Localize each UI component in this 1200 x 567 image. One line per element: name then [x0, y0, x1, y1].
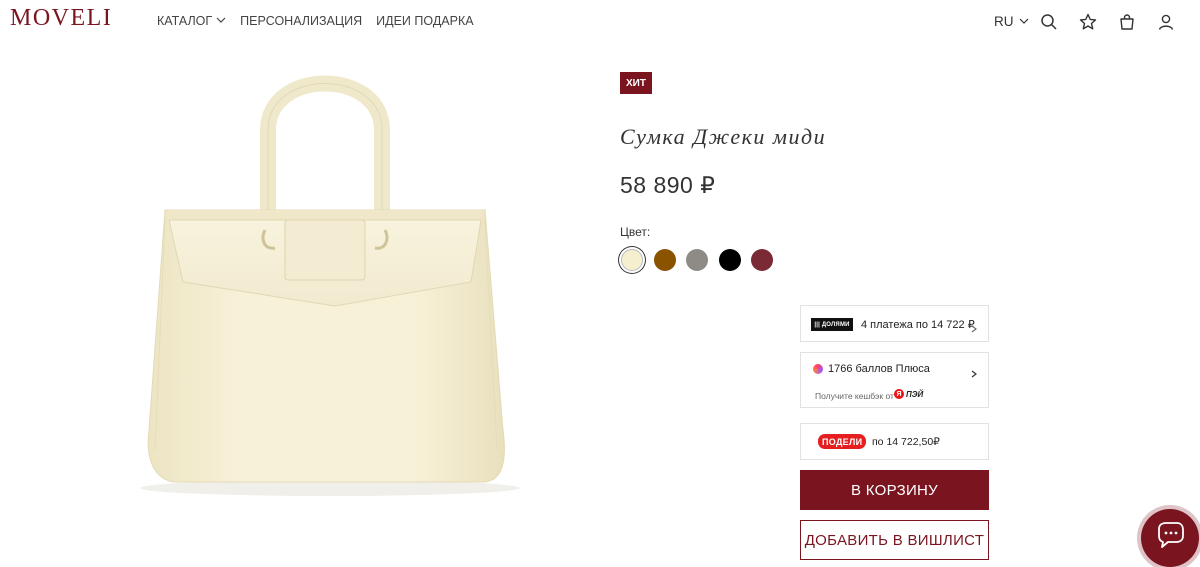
product-title: Сумка Джеки миди: [620, 124, 827, 149]
plus-points-card[interactable]: 1766 баллов Плюса Получите кешбэк от Я П…: [800, 352, 989, 408]
site-logo[interactable]: MOVELI: [10, 5, 112, 32]
chevron-down-icon: [216, 14, 226, 28]
plus-icon: [813, 364, 823, 374]
language-label: RU: [994, 14, 1014, 29]
nav-item-label: ПЕРСОНАЛИЗАЦИЯ: [240, 14, 363, 28]
bag-icon[interactable]: [1118, 13, 1136, 31]
color-swatch-black[interactable]: [719, 249, 741, 271]
site-header: MOVELI КАТАЛОГ ПЕРСОНАЛИЗАЦИЯ ИДЕИ ПОДАР…: [0, 0, 1200, 44]
podeli-text: по 14 722,50₽: [872, 436, 940, 448]
add-to-wishlist-button[interactable]: ДОБАВИТЬ В ВИШЛИСТ: [800, 520, 989, 560]
yandex-icon: Я: [894, 389, 904, 399]
nav-item-personalization[interactable]: ПЕРСОНАЛИЗАЦИЯ: [240, 14, 362, 28]
plus-points-text: 1766 баллов Плюса: [828, 363, 930, 375]
yandex-pay-logo: Я ПЭЙ: [894, 389, 923, 399]
podeli-installment-card[interactable]: ПОДЕЛИ по 14 722,50₽: [800, 423, 989, 460]
hit-badge: ХИТ: [620, 72, 652, 94]
cashback-text: Получите кешбэк от: [815, 391, 894, 401]
pay-label: ПЭЙ: [906, 389, 924, 399]
color-swatch-burgundy[interactable]: [751, 249, 773, 271]
color-swatch-cream[interactable]: [621, 249, 643, 271]
dolyami-installment-card[interactable]: ||| ДОЛЯМИ 4 платежа по 14 722 ₽: [800, 305, 989, 342]
nav-item-label: КАТАЛОГ: [157, 14, 213, 28]
nav-item-catalog[interactable]: КАТАЛОГ: [157, 14, 226, 28]
color-swatch-brown[interactable]: [654, 249, 676, 271]
nav-item-label: ИДЕИ ПОДАРКА: [376, 14, 474, 28]
language-selector[interactable]: RU: [994, 14, 1029, 29]
chevron-right-icon: [970, 365, 978, 378]
dolyami-logo: ||| ДОЛЯМИ: [811, 318, 853, 331]
add-to-cart-button[interactable]: В КОРЗИНУ: [800, 470, 989, 510]
podeli-logo: ПОДЕЛИ: [818, 434, 867, 449]
chevron-right-icon: [970, 320, 978, 333]
product-price: 58 890 ₽: [620, 172, 716, 198]
dolyami-text: 4 платежа по 14 722 ₽: [861, 319, 975, 331]
chat-widget-button[interactable]: [1141, 509, 1199, 567]
nav-item-gift-ideas[interactable]: ИДЕИ ПОДАРКА: [376, 14, 473, 28]
chevron-down-icon: [1019, 14, 1029, 29]
color-swatch-grey[interactable]: [686, 249, 708, 271]
user-icon[interactable]: [1157, 13, 1175, 31]
main-nav: КАТАЛОГ ПЕРСОНАЛИЗАЦИЯ ИДЕИ ПОДАРКА: [157, 14, 474, 28]
product-image[interactable]: [125, 70, 535, 510]
color-label: Цвет:: [620, 225, 651, 239]
chat-icon: [1153, 519, 1187, 558]
search-icon[interactable]: [1040, 13, 1058, 31]
star-icon[interactable]: [1079, 13, 1097, 31]
